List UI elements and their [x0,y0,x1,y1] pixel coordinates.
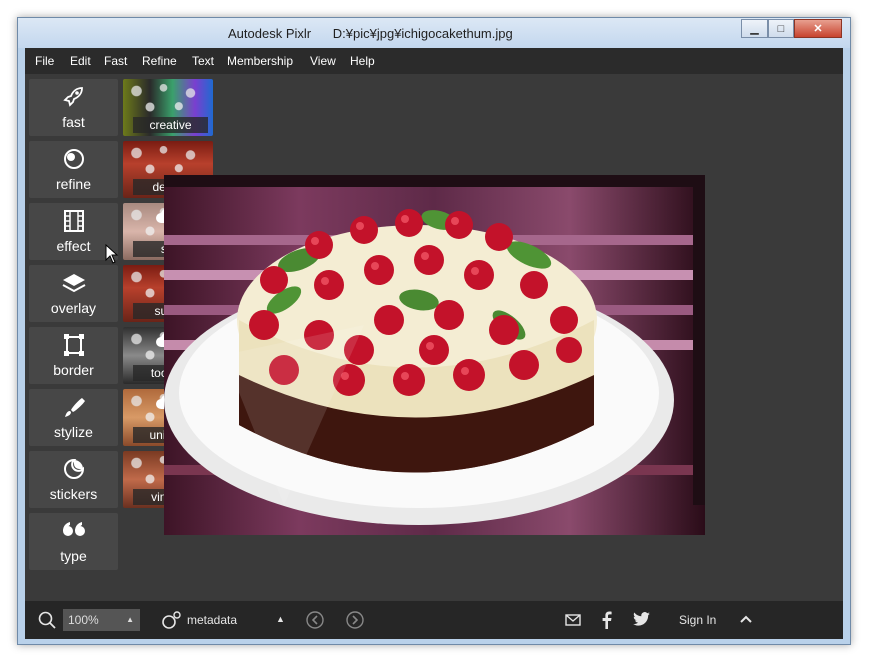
menu-file[interactable]: File [35,48,54,74]
app-client-area: File Edit Fast Refine Text Membership Vi… [25,48,843,639]
category-stickers[interactable]: stickers [29,451,118,508]
film-icon [29,209,118,233]
menu-view[interactable]: View [310,48,336,74]
title-bar[interactable]: Autodesk Pixlr D:¥pic¥jpg¥ichigocakethum… [18,18,850,48]
menu-text[interactable]: Text [192,48,214,74]
twitter-icon[interactable] [633,612,650,626]
zoom-level-select[interactable]: 100% ▲ [63,609,140,631]
mouse-cursor-icon [105,244,119,264]
category-label: stylize [54,424,93,440]
metadata-icon[interactable] [161,611,181,629]
thumbnail-image [123,79,213,119]
maximize-button[interactable]: □ [768,19,794,38]
refine-circles-icon [29,147,118,171]
previous-arrow-icon[interactable] [306,611,324,629]
next-arrow-icon[interactable] [346,611,364,629]
category-refine[interactable]: refine [29,141,118,198]
rocket-icon [29,85,118,109]
metadata-expand-arrow-icon[interactable]: ▲ [276,614,285,624]
layers-icon [29,271,118,295]
image-canvas[interactable] [164,175,705,535]
menu-help[interactable]: Help [350,48,375,74]
sign-in-link[interactable]: Sign In [679,613,716,627]
category-label: overlay [50,300,97,316]
bottom-bar: 100% ▲ metadata ▲ Sign In [25,601,843,639]
menu-refine[interactable]: Refine [142,48,177,74]
effect-thumb-creative[interactable]: creative [123,79,213,136]
app-window: Autodesk Pixlr D:¥pic¥jpg¥ichigocakethum… [17,17,851,645]
frame-icon [29,333,118,357]
metadata-label[interactable]: metadata [187,613,237,627]
category-label: stickers [49,486,98,502]
category-border[interactable]: border [29,327,118,384]
zoom-level-value: 100% [68,613,99,627]
category-label: border [53,362,94,378]
minimize-button[interactable]: ▁ [741,19,768,38]
brush-icon [29,395,118,419]
category-label: type [60,548,87,564]
sticker-icon [29,457,118,481]
category-overlay[interactable]: overlay [29,265,118,322]
close-button[interactable]: ✕ [794,19,842,38]
chevron-up-icon[interactable] [739,614,753,624]
window-title: Autodesk Pixlr D:¥pic¥jpg¥ichigocakethum… [228,26,513,41]
category-type[interactable]: type [29,513,118,570]
zoom-search-icon[interactable] [38,611,56,629]
menu-bar: File Edit Fast Refine Text Membership Vi… [25,48,843,74]
quote-icon [29,519,118,543]
category-stylize[interactable]: stylize [29,389,118,446]
category-fast[interactable]: fast [29,79,118,136]
category-label: fast [62,114,85,130]
zoom-dropdown-arrow-icon: ▲ [126,615,134,624]
menu-fast[interactable]: Fast [104,48,127,74]
cake-photo-image [164,175,705,525]
effect-label: creative [133,117,208,133]
menu-edit[interactable]: Edit [70,48,91,74]
category-label: refine [55,176,92,192]
facebook-icon[interactable] [602,611,612,629]
menu-membership[interactable]: Membership [227,48,293,74]
mail-icon[interactable] [565,614,581,626]
